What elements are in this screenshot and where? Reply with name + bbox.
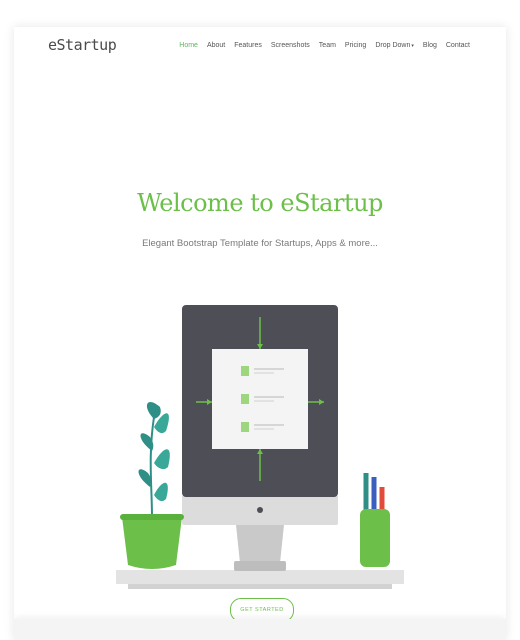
page-frame: eStartup Home About Features Screenshots… — [14, 27, 506, 640]
card-item-2-line-2 — [254, 400, 274, 402]
computer-desk-illustration — [116, 305, 404, 589]
card-item-1-line-2 — [254, 372, 274, 374]
plant-leaf-1 — [146, 402, 161, 419]
desk-shadow — [128, 584, 392, 589]
card-item-3-line — [254, 424, 284, 426]
nav-menu: Home About Features Screenshots Team Pri… — [179, 42, 470, 49]
nav-item-dropdown-label: Drop Down — [375, 42, 411, 49]
hero-title: Welcome to eStartup — [137, 189, 383, 217]
nav-item-blog[interactable]: Blog — [423, 42, 437, 49]
plant-leaf-6 — [154, 482, 168, 502]
plant-pot-rim — [120, 514, 184, 520]
nav-item-pricing[interactable]: Pricing — [345, 42, 366, 49]
nav-item-team[interactable]: Team — [319, 42, 336, 49]
nav-item-features[interactable]: Features — [234, 42, 262, 49]
plant-stem — [149, 416, 155, 518]
nav-item-dropdown[interactable]: Drop Down▾ — [375, 42, 414, 49]
card-item-3-icon — [241, 422, 249, 432]
plant-pot — [122, 517, 182, 569]
plant-leaf-5 — [138, 469, 152, 487]
bottom-section-edge — [14, 619, 506, 640]
chevron-down-icon: ▾ — [411, 43, 414, 49]
card-item-3-line-2 — [254, 428, 274, 430]
monitor-button — [257, 507, 263, 513]
card-item-1-icon — [241, 366, 249, 376]
brand-logo[interactable]: eStartup — [48, 36, 117, 54]
monitor-base — [234, 561, 286, 571]
monitor-stand — [236, 525, 284, 563]
desk-top — [116, 570, 404, 584]
card-item-2-line — [254, 396, 284, 398]
plant-leaf-4 — [154, 449, 170, 470]
screen-card — [212, 349, 308, 449]
hero-subtitle: Elegant Bootstrap Template for Startups,… — [142, 238, 378, 249]
nav-item-home[interactable]: Home — [179, 42, 198, 49]
card-item-1-line — [254, 368, 284, 370]
nav-item-screenshots[interactable]: Screenshots — [271, 42, 310, 49]
pencil-cup — [360, 509, 390, 567]
card-item-2-icon — [241, 394, 249, 404]
navbar: eStartup Home About Features Screenshots… — [14, 27, 506, 67]
nav-item-contact[interactable]: Contact — [446, 42, 470, 49]
nav-item-about[interactable]: About — [207, 42, 225, 49]
